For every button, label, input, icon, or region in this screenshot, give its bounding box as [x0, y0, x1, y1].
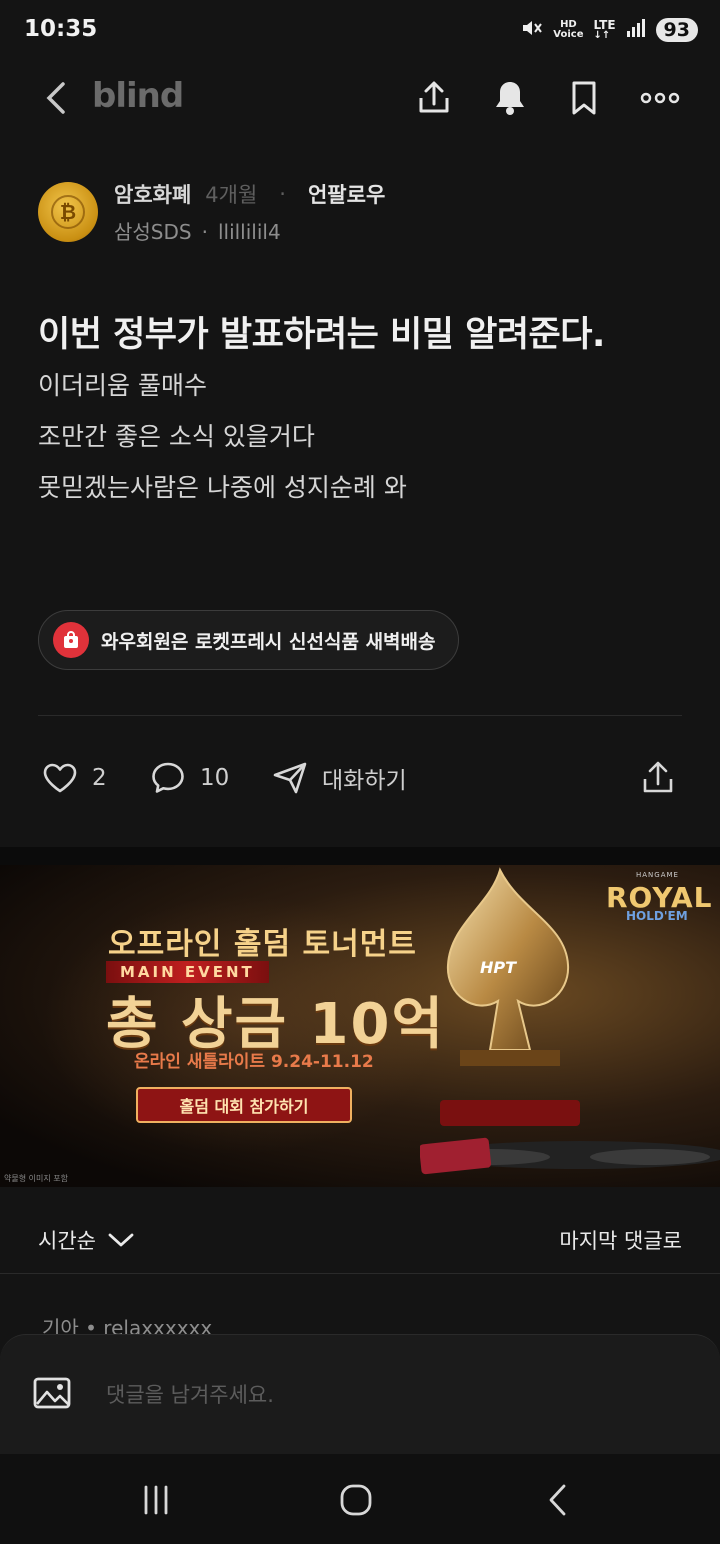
separator-dot: ·	[201, 220, 208, 244]
brand-logo[interactable]: blind	[92, 76, 184, 116]
battery-indicator: 93	[655, 18, 698, 42]
promo-banner[interactable]: 와우회원은 로켓프레시 신선식품 새벽배송	[38, 610, 459, 670]
post-actions: 2 10 대화하기	[38, 750, 682, 806]
recent-apps-icon	[144, 1485, 168, 1515]
comment-count: 10	[200, 765, 230, 791]
divider	[0, 1273, 720, 1274]
author-nickname: llillilil4	[217, 220, 281, 244]
chevron-down-icon	[108, 1233, 134, 1247]
unfollow-button[interactable]: 언팔로우	[308, 179, 385, 209]
post-age: 4개월	[205, 183, 258, 207]
sort-label: 시간순	[38, 1229, 96, 1253]
bookmark-button[interactable]	[562, 76, 606, 120]
author-company: 삼성SDS	[114, 220, 192, 244]
share-button[interactable]	[412, 76, 456, 120]
like-count: 2	[92, 765, 107, 791]
ad-banner[interactable]: HPT HANGAME ROYAL HOLD'EM 오프라인 홀덤 토너먼트 M…	[0, 865, 720, 1187]
image-icon	[33, 1377, 71, 1409]
author-line: 암호화폐 4개월 · 언팔로우	[114, 179, 385, 209]
comment-sort-bar: 시간순 마지막 댓글로	[0, 1203, 720, 1273]
recent-apps-button[interactable]	[134, 1478, 178, 1522]
author-company-line: 삼성SDS · llillilil4	[114, 216, 281, 245]
post-title: 이번 정부가 발표하려는 비밀 알려준다.	[38, 315, 605, 355]
system-nav-bar	[0, 1454, 720, 1544]
voice-label: Voice	[553, 29, 584, 40]
bitcoin-icon: ₿	[51, 195, 85, 229]
trophy-label: HPT	[480, 958, 517, 977]
post-body-line: 조만간 좋은 소식 있을거다	[38, 422, 315, 451]
chat-button[interactable]: 대화하기	[272, 750, 407, 806]
post-body-line: 못믿겠는사람은 나중에 성지순례 와	[38, 473, 407, 502]
share-icon	[419, 81, 449, 113]
promo-text: 와우회원은 로켓프레시 신선식품 새벽배송	[101, 630, 436, 653]
section-gap	[0, 847, 720, 865]
jump-to-last-comment[interactable]: 마지막 댓글로	[559, 1225, 682, 1255]
divider	[38, 715, 682, 716]
back-arrow-icon	[549, 1484, 566, 1516]
comment-input-bar: 댓글을 남겨주세요.	[0, 1334, 720, 1454]
system-back-button[interactable]	[536, 1478, 580, 1522]
notification-button[interactable]	[488, 76, 532, 120]
more-button[interactable]	[638, 76, 682, 120]
comment-button[interactable]: 10	[150, 750, 229, 806]
lte-icon: LTE ↓↑	[593, 18, 616, 41]
share-post-button[interactable]	[640, 750, 676, 806]
heart-icon	[43, 763, 77, 793]
ad-brand-sub: HOLD'EM	[626, 909, 688, 923]
comment-input[interactable]: 댓글을 남겨주세요.	[106, 1379, 274, 1409]
more-icon	[640, 92, 680, 104]
sort-dropdown[interactable]: 시간순	[38, 1225, 134, 1255]
signal-icon	[626, 19, 646, 41]
back-button[interactable]	[34, 76, 78, 120]
status-time: 10:35	[24, 16, 98, 42]
comment-icon	[152, 762, 184, 793]
ad-brand-small: HANGAME	[636, 871, 679, 879]
like-button[interactable]: 2	[42, 750, 107, 806]
home-icon	[340, 1484, 372, 1516]
bookmark-icon	[572, 81, 596, 115]
status-icons: HD Voice LTE ↓↑ 93	[521, 18, 698, 42]
hd-voice-icon: HD Voice	[553, 20, 583, 40]
author-name[interactable]: 암호화폐	[114, 179, 191, 209]
image-attach-button[interactable]	[32, 1375, 72, 1415]
author-avatar[interactable]: ₿	[38, 182, 98, 242]
share-icon	[643, 761, 673, 793]
post-body: 이더리움 풀매수 조만간 좋은 소식 있을거다 못믿겠는사람은 나중에 성지순례…	[38, 368, 407, 521]
status-bar: 10:35 HD Voice LTE ↓↑ 93	[0, 0, 720, 64]
home-button[interactable]	[334, 1478, 378, 1522]
shopping-bag-icon	[53, 622, 89, 658]
ad-headline: 오프라인 홀덤 토너먼트	[108, 927, 417, 962]
ad-dates: 온라인 새틀라이트 9.24-11.12	[134, 1052, 374, 1072]
send-icon	[273, 762, 307, 794]
bell-icon	[496, 82, 524, 115]
separator-dot: ·	[279, 182, 286, 206]
ad-cta-button[interactable]: 홀덤 대회 참가하기	[136, 1087, 352, 1123]
post-body-line: 이더리움 풀매수	[38, 371, 207, 400]
ad-fine-print: 약물형 이미지 포함	[4, 1174, 68, 1183]
author-info: ₿ 암호화폐 4개월 · 언팔로우 삼성SDS · llillilil4	[38, 176, 688, 246]
mute-icon	[521, 18, 543, 42]
back-icon	[46, 82, 65, 114]
chat-label: 대화하기	[322, 768, 407, 794]
